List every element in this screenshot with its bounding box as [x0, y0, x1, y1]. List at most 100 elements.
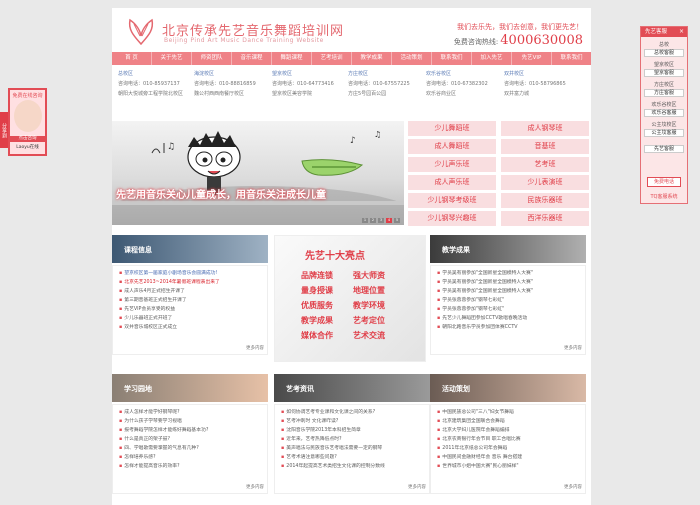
school-item[interactable]: 海淀校区 咨询电话：010-88816859 魏公村西西南餐厅校区 [194, 69, 256, 99]
more-link[interactable]: 更多内容 [564, 484, 582, 490]
school-item[interactable]: 方庄校区 咨询电话：010-67557225 方庄5号园百公园 [348, 69, 410, 99]
school-name[interactable]: 双井校区 [504, 69, 566, 79]
list-item[interactable]: 怎样才能提高音乐的效率? [119, 463, 179, 471]
list-item[interactable]: 报考舞蹈学院怎样才能练好舞蹈基本功? [119, 427, 208, 435]
cs-qq-button[interactable]: 方庄客服 [644, 89, 684, 97]
list-item[interactable]: 北京农商银行年会节目 职工合唱比赛 [437, 436, 520, 444]
nav-contact[interactable]: 联系我们 [432, 52, 472, 65]
cs-qq-button[interactable]: 总校客服 [644, 49, 684, 57]
nav-home[interactable]: 首 页 [112, 52, 152, 65]
more-link[interactable]: 更多内容 [408, 484, 426, 490]
course-button[interactable]: 艺考班 [501, 157, 589, 172]
list-item[interactable]: 沈阳音乐学院2013年本科招生简章 [281, 427, 361, 435]
free-call-button[interactable]: 免费电话 [647, 177, 681, 187]
course-button[interactable]: 成人舞蹈班 [408, 139, 496, 154]
list-item[interactable]: 双井音乐城校区正式成立 [119, 324, 177, 332]
list-item[interactable]: 学员吴有丽参加"全国新星全国模特人大赛" [437, 288, 533, 296]
list-item[interactable]: 学员张蓉蓉参加"钢琴七彩虹" [437, 297, 504, 305]
list-item[interactable]: 望京校区第一届家庭小剧场音乐会圆满成功! [119, 270, 217, 278]
list-item[interactable]: 朝阳北路音乐学员参加团体赛CCTV [437, 324, 517, 332]
banner-page-4[interactable]: 4 [386, 218, 392, 223]
list-item[interactable]: 2011年北京纸总公司年会舞蹈 [437, 445, 507, 453]
banner-page-1[interactable]: 1 [362, 218, 368, 223]
list-item[interactable]: 近年来，艺考热降低点时? [281, 436, 341, 444]
list-item[interactable]: 第三期音基班正式招生开课了 [119, 297, 186, 305]
list-item[interactable]: 北京先艺2013~2014年暑假班课程表出来了 [119, 279, 220, 287]
school-item[interactable]: 总校区 咨询电话：010-85937137 朝阳大悦城旁工程学院北校区 [118, 69, 183, 99]
list-item[interactable]: 北京建筑集团全国联合会舞蹈 [437, 418, 504, 426]
list-item[interactable]: 学员张蓉蓉参加"钢琴七彩虹" [437, 306, 504, 314]
nav-dance-courses[interactable]: 舞蹈课程 [272, 52, 312, 65]
course-button[interactable]: 少儿钢琴兴趣班 [408, 211, 496, 226]
school-address: 魏公村西西南餐厅校区 [194, 91, 245, 97]
course-button[interactable]: 少儿钢琴考级班 [408, 193, 496, 208]
list-item[interactable]: 怎样培养乐感? [119, 454, 155, 462]
nav-results[interactable]: 教学成果 [352, 52, 392, 65]
cs-system-label: TQ客服系统 [650, 194, 678, 200]
more-link[interactable]: 更多内容 [246, 484, 264, 490]
list-item[interactable]: 2014年起提高艺术类招生文化课的控制分数线 [281, 463, 385, 471]
header: 北京传承先艺音乐舞蹈培训网 Beijing Pind Art Music Dan… [112, 8, 591, 52]
more-link[interactable]: 更多内容 [564, 345, 582, 351]
nav-events[interactable]: 活动策划 [392, 52, 432, 65]
nav-teachers[interactable]: 师资团队 [192, 52, 232, 65]
school-item[interactable]: 望京校区 咨询电话：010-64773416 望京校区美容学院 [272, 69, 334, 99]
nav-vip[interactable]: 先艺VIP [512, 52, 552, 65]
share-tab[interactable]: 分享到 [0, 112, 8, 148]
list-item[interactable]: 成人怎样才能学好钢琴呢? [119, 409, 179, 417]
left-chat-float[interactable]: 分享到 免费在线咨询 点击咨询 Laoyu在线 [0, 88, 47, 156]
list-item[interactable]: 艺考术语注意哪些问题? [281, 454, 337, 462]
school-item[interactable]: 欢乐谷校区 咨询电话：010-67382302 欢乐谷商业区 [426, 69, 488, 99]
list-item[interactable]: 为什么孩子学琴要学习视唱 [119, 418, 182, 426]
course-button[interactable]: 少儿舞蹈班 [408, 121, 496, 136]
chat-consult-button[interactable]: 点击咨询 [10, 136, 45, 142]
banner-page-5[interactable]: 5 [394, 218, 400, 223]
list-item[interactable]: 四、学唱歌需要掌握的气息有几种? [119, 445, 199, 453]
cs-qq-button[interactable]: 先艺客服 [644, 145, 684, 153]
nav-music-courses[interactable]: 音乐课程 [232, 52, 272, 65]
more-link[interactable]: 更多内容 [246, 345, 264, 351]
school-name[interactable]: 欢乐谷校区 [426, 69, 488, 79]
list-item[interactable]: 先艺少儿舞蹈团参加CCTV歌唱春晚活动 [437, 315, 527, 323]
school-list: 总校区 咨询电话：010-85937137 朝阳大悦城旁工程学院北校区 海淀校区… [112, 69, 591, 117]
list-item[interactable]: 少儿乐器班正式开班了 [119, 315, 172, 323]
cs-qq-button[interactable]: 公主坟客服 [644, 129, 684, 137]
list-item[interactable]: 如何协调艺考专业课和文化课之间的关系? [281, 409, 375, 417]
list-item[interactable]: 艺考冲刺时 文化课咋读? [281, 418, 338, 426]
course-button[interactable]: 西洋乐器班 [501, 211, 589, 226]
course-button[interactable]: 民族乐器班 [501, 193, 589, 208]
course-button[interactable]: 音基班 [501, 139, 589, 154]
list-item[interactable]: 中国民族总公司"三八"妇女节舞蹈 [437, 409, 514, 417]
course-button[interactable]: 成人声乐班 [408, 175, 496, 190]
nav-exam-training[interactable]: 艺考培训 [312, 52, 352, 65]
school-name[interactable]: 总校区 [118, 69, 183, 79]
list-item[interactable]: 世界城市小姐中国大赛"民心丽妹样" [437, 463, 518, 471]
cs-qq-button[interactable]: 望京客服 [644, 69, 684, 77]
hero-banner[interactable]: ♫ ♪ ♫ 先艺用音乐关心儿童成长，用音乐关注成长儿童 1 2 3 4 5 [112, 121, 404, 225]
list-item[interactable]: 学员吴有丽参加"全国新星全国模特人大赛" [437, 279, 533, 287]
nav-contact-2[interactable]: 联系我们 [552, 52, 591, 65]
svg-text:♫: ♫ [167, 142, 175, 152]
school-item[interactable]: 双井校区 咨询电话：010-58796865 双井富力城 [504, 69, 566, 99]
school-name[interactable]: 方庄校区 [348, 69, 410, 79]
list-item[interactable]: 什么是真正的架子鼓? [119, 436, 170, 444]
list-item[interactable]: 北京大学妇儿医院年会舞蹈编排 [437, 427, 509, 435]
school-phone: 咨询电话：010-85937137 [118, 81, 180, 87]
list-item[interactable]: 先艺VIP会员享受的权益 [119, 306, 175, 314]
nav-join[interactable]: 加入先艺 [472, 52, 512, 65]
list-item[interactable]: 中国民间金融财经年会 音乐 舞台搭建 [437, 454, 522, 462]
nav-about[interactable]: 关于先艺 [152, 52, 192, 65]
list-item[interactable]: 美声唱法与民族音乐艺考唱法需要一定的钢琴 [281, 445, 382, 453]
close-icon[interactable]: × [679, 28, 684, 35]
banner-page-2[interactable]: 2 [370, 218, 376, 223]
chat-card[interactable]: 免费在线咨询 点击咨询 Laoyu在线 [8, 88, 47, 156]
school-name[interactable]: 望京校区 [272, 69, 334, 79]
cs-qq-button[interactable]: 欢乐谷客服 [644, 109, 684, 117]
course-button[interactable]: 少儿表演班 [501, 175, 589, 190]
course-button[interactable]: 成人钢琴班 [501, 121, 589, 136]
course-button[interactable]: 少儿声乐班 [408, 157, 496, 172]
banner-page-3[interactable]: 3 [378, 218, 384, 223]
school-name[interactable]: 海淀校区 [194, 69, 256, 79]
list-item[interactable]: 成人声乐4月正式招生开课了 [119, 288, 185, 296]
list-item[interactable]: 学员吴有丽参加"全国新星全国模特人大赛" [437, 270, 533, 278]
